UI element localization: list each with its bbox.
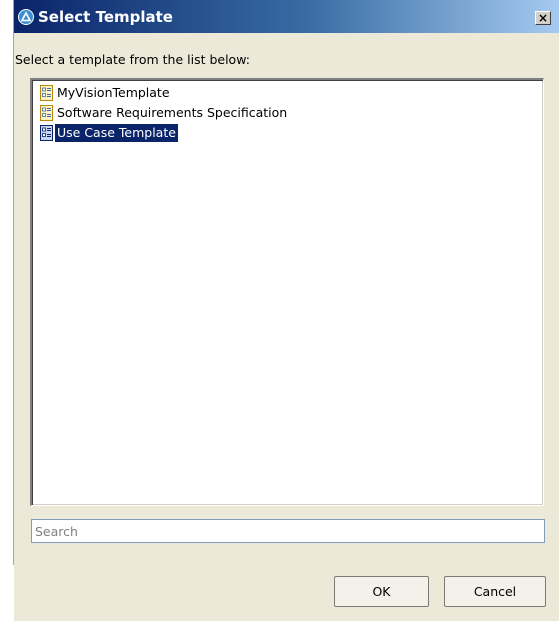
close-icon: ×: [537, 11, 549, 25]
title-bar[interactable]: Select Template ×: [14, 0, 559, 33]
document-template-icon: [40, 125, 53, 141]
document-template-icon: [40, 105, 53, 121]
list-item-label: MyVisionTemplate: [57, 85, 170, 100]
dialog-title: Select Template: [38, 8, 173, 26]
select-template-dialog: Select Template × Select a template from…: [14, 0, 559, 621]
template-list[interactable]: MyVisionTemplate Software Requirements S…: [30, 78, 544, 506]
app-logo-icon: [18, 9, 34, 25]
list-item-label: Use Case Template: [55, 124, 178, 142]
search-input[interactable]: [31, 519, 545, 543]
instruction-label: Select a template from the list below:: [15, 52, 250, 67]
cancel-button[interactable]: Cancel: [444, 576, 546, 607]
list-item-label: Software Requirements Specification: [57, 105, 288, 120]
document-template-icon: [40, 85, 53, 101]
background-window-edge: [0, 0, 14, 565]
close-button[interactable]: ×: [535, 11, 551, 25]
ok-button[interactable]: OK: [334, 576, 429, 607]
